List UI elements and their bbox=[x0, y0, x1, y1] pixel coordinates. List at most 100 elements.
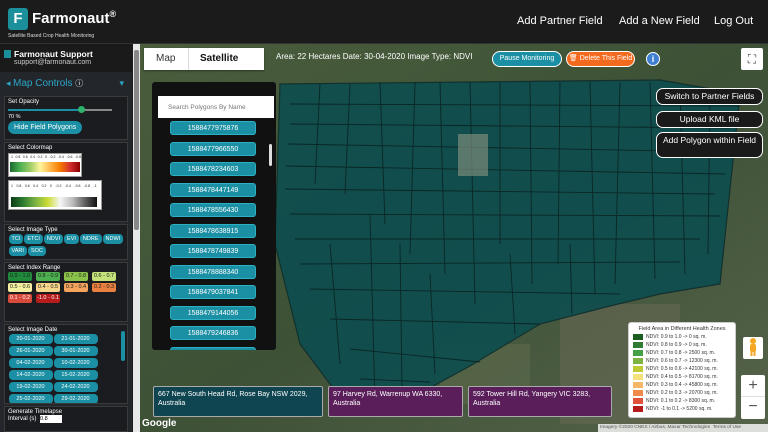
image-date-chip[interactable]: 20-01-2020 bbox=[8, 334, 53, 344]
colormap-option-ndvi-red-green[interactable]: 1 0.8 0.6 0.4 0.2 0 -0.2 -0.4 -0.6 -0.8 -1 bbox=[8, 153, 87, 177]
colormap-tick: 0.2 bbox=[41, 184, 47, 188]
index-range-chip[interactable]: 0.6 - 0.7 bbox=[92, 272, 116, 281]
polygon-list-item[interactable]: 1588478556430 bbox=[170, 203, 256, 217]
address-card-1[interactable]: 667 New South Head Rd, Rose Bay NSW 2029… bbox=[153, 386, 323, 417]
fullscreen-icon[interactable]: ⛶ bbox=[741, 48, 763, 70]
dates-scrollbar[interactable] bbox=[121, 331, 125, 361]
image-type-soc[interactable]: SOC bbox=[27, 246, 46, 256]
image-type-etci[interactable]: ETCI bbox=[24, 234, 43, 244]
image-date-chip[interactable]: 29-02-2020 bbox=[53, 394, 98, 403]
image-date-chip[interactable]: 19-02-2020 bbox=[8, 382, 53, 392]
image-type-tci[interactable]: TCI bbox=[8, 234, 24, 244]
address-card-3[interactable]: 592 Tower Hill Rd, Yangery VIC 3283, Aus… bbox=[468, 386, 612, 417]
menu-icon: ◂ bbox=[6, 78, 14, 88]
colormap-panel: Select Colormap 1 0.8 0.6 0.4 0.2 0 -0.2 -0.4 -0… bbox=[4, 142, 128, 222]
image-date-chip[interactable]: 14-02-2020 bbox=[8, 370, 53, 380]
image-type-chips: TCI ETCI NDVI EVI NDRE NDWI VARI SOC bbox=[8, 233, 124, 257]
image-date-chip[interactable]: 21-01-2020 bbox=[53, 334, 98, 344]
opacity-slider[interactable] bbox=[8, 106, 124, 114]
image-type-ndwi[interactable]: NDWI bbox=[102, 234, 124, 244]
image-type-evi[interactable]: EVI bbox=[64, 234, 79, 244]
switch-partner-fields-button[interactable]: Switch to Partner Fields bbox=[656, 88, 763, 105]
index-range-chip[interactable]: 0.3 - 0.4 bbox=[64, 283, 88, 292]
index-range-chip[interactable]: 0.7 - 0.8 bbox=[64, 272, 88, 281]
hide-field-polygons-button[interactable]: Hide Field Polygons bbox=[8, 121, 83, 134]
image-date-chip[interactable]: 15-02-2020 bbox=[53, 370, 98, 380]
colormap-tick: -0.8 bbox=[75, 155, 82, 159]
colormap-option-ndvi-greyscale[interactable]: 1 0.8 0.6 0.4 0.2 0 -0.2 -0.4 -0.6 -0.8 -1 bbox=[8, 180, 102, 210]
sidebar-scrollbar[interactable] bbox=[133, 44, 140, 432]
legend-rows: NDVI: 0.9 to 1.0 -> 0 sq. m. NDVI: 0.8 to… bbox=[633, 333, 731, 413]
legend-swatch bbox=[633, 333, 643, 340]
polygon-list-item[interactable]: 1588479358201 bbox=[170, 346, 256, 350]
nav-log-out[interactable]: Log Out bbox=[714, 15, 753, 27]
image-type-vari[interactable]: VARI bbox=[8, 246, 27, 256]
legend-row: NDVI: 0.7 to 0.8 -> 2500 sq. m. bbox=[633, 349, 731, 357]
street-view-pegman-icon[interactable] bbox=[743, 337, 763, 359]
support-email[interactable]: support@farmonaut.com bbox=[4, 59, 132, 66]
index-range-chip[interactable]: 0.5 - 0.6 bbox=[8, 283, 32, 292]
polygon-list-item[interactable]: 1588478888340 bbox=[170, 264, 256, 279]
index-range-chip[interactable]: -1.0 - 0.1 bbox=[36, 294, 60, 303]
image-date-chip[interactable]: 24-02-2020 bbox=[53, 382, 98, 392]
index-range-chip[interactable]: 0.2 - 0.3 bbox=[92, 283, 116, 292]
polygon-list-item[interactable]: 1588478234603 bbox=[170, 162, 256, 176]
map-controls-sidebar: Farmonaut Support support@farmonaut.com … bbox=[0, 44, 132, 432]
index-range-chip[interactable]: 0.8 - 0.9 bbox=[36, 272, 60, 281]
polygon-list-scrollbar[interactable] bbox=[269, 144, 272, 166]
pause-monitoring-button[interactable]: Pause Monitoring bbox=[492, 51, 562, 67]
polygon-list-item[interactable]: 1588478638915 bbox=[170, 223, 256, 238]
index-range-chip[interactable]: 0.1 - 0.2 bbox=[8, 294, 32, 303]
image-date-chip[interactable]: 10-02-2020 bbox=[53, 358, 98, 368]
opacity-slider-thumb[interactable] bbox=[77, 106, 85, 113]
address-card-2[interactable]: 97 Harvey Rd, Warrenup WA 6330, Australi… bbox=[328, 386, 463, 417]
farmonaut-logo[interactable]: F Farmonaut® Satellite Based Crop Health… bbox=[8, 6, 138, 40]
add-polygon-button[interactable]: Add Polygon within Field bbox=[656, 132, 763, 158]
health-zone-legend: Field Area in Different Health Zones NDV… bbox=[628, 322, 736, 418]
google-logo: Google bbox=[142, 418, 177, 429]
polygon-list-item[interactable]: 1588477966550 bbox=[170, 141, 256, 156]
delete-field-label: Delete This Field bbox=[579, 55, 633, 62]
index-range-chip[interactable]: 0.4 - 0.5 bbox=[36, 283, 60, 292]
colormap-tick: -0.2 bbox=[55, 184, 62, 188]
image-type-ndvi[interactable]: NDVI bbox=[43, 234, 64, 244]
image-type-value: NDVI bbox=[453, 52, 473, 61]
sidebar-scrollbar-thumb[interactable] bbox=[134, 50, 139, 230]
tab-map[interactable]: Map bbox=[156, 53, 175, 64]
polygon-list-item[interactable]: 1588479246836 bbox=[170, 326, 256, 340]
legend-text: NDVI: 0.2 to 0.3 -> 20700 sq. m. bbox=[646, 390, 718, 396]
polygon-search-input[interactable] bbox=[158, 96, 274, 118]
image-type-label: Image Type: bbox=[407, 52, 452, 61]
zoom-in-button[interactable]: + bbox=[741, 375, 765, 397]
image-date-chip[interactable]: 25-02-2020 bbox=[8, 394, 53, 403]
support-name: Farmonaut Support bbox=[4, 49, 132, 59]
legend-text: NDVI: 0.3 to 0.4 -> 45800 sq. m. bbox=[646, 382, 718, 388]
index-range-chip[interactable]: 0.9 - 1.0 bbox=[8, 272, 32, 281]
chevron-down-icon[interactable]: ▾ bbox=[119, 78, 124, 89]
zoom-out-button[interactable]: − bbox=[741, 397, 765, 419]
tab-satellite[interactable]: Satellite bbox=[200, 53, 238, 64]
interval-input[interactable] bbox=[40, 415, 63, 423]
delete-field-button[interactable]: 🗑 Delete This Field bbox=[566, 51, 635, 67]
info-icon[interactable]: i bbox=[646, 52, 660, 66]
map-controls-header[interactable]: ◂ Map Controls ⓘ ▾ bbox=[0, 78, 132, 94]
terms-of-use-link[interactable]: Terms of Use bbox=[713, 425, 741, 430]
polygon-list-item[interactable]: 1588479144056 bbox=[170, 305, 256, 320]
image-date-chip[interactable]: 04-02-2020 bbox=[8, 358, 53, 368]
polygon-list-item[interactable]: 1588477975876 bbox=[170, 121, 256, 135]
nav-add-new-field[interactable]: Add a New Field bbox=[619, 15, 700, 27]
image-date-chip[interactable]: 30-01-2020 bbox=[53, 346, 98, 356]
upload-kml-button[interactable]: Upload KML file bbox=[656, 111, 763, 128]
nav-add-partner-field[interactable]: Add Partner Field bbox=[517, 15, 603, 27]
colormap-tick: -0.4 bbox=[57, 155, 64, 159]
legend-row: NDVI: 0.6 to 0.7 -> 12300 sq. m. bbox=[633, 357, 731, 365]
image-date-chip[interactable]: 26-01-2020 bbox=[8, 346, 53, 356]
legend-swatch bbox=[633, 373, 643, 380]
colormap-tick: -0.2 bbox=[49, 155, 56, 159]
image-type-ndre[interactable]: NDRE bbox=[79, 234, 102, 244]
legend-text: NDVI: 0.9 to 1.0 -> 0 sq. m. bbox=[646, 334, 707, 340]
polygon-list-item[interactable]: 1588478749839 bbox=[170, 244, 256, 258]
polygon-list-item[interactable]: 1588478447149 bbox=[170, 182, 256, 197]
polygon-list-item[interactable]: 1588479037841 bbox=[170, 285, 256, 299]
colormap-tick: -0.4 bbox=[64, 184, 71, 188]
